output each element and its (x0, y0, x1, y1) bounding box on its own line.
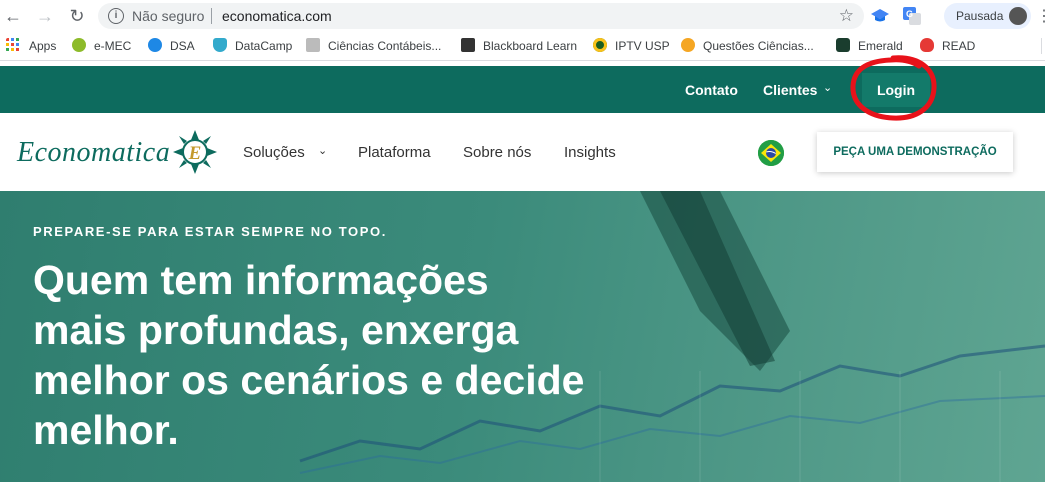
hero-section: PREPARE-SE PARA ESTAR SEMPRE NO TOPO. Qu… (0, 191, 1045, 482)
bookmark-label: Emerald (858, 39, 903, 53)
blackboard-icon (461, 38, 475, 52)
read-icon (920, 38, 934, 52)
browser-menu-icon[interactable]: ⋮ (1036, 6, 1045, 26)
forward-arrow-icon[interactable]: → (34, 5, 56, 27)
site-logo[interactable]: Economatica (17, 137, 170, 169)
bookmark-blackboard[interactable]: Blackboard Learn (461, 38, 577, 54)
nav-sobre-nos[interactable]: Sobre nós (463, 144, 531, 161)
chevron-down-icon[interactable]: ⌄ (318, 144, 327, 157)
bookmark-label: DSA (170, 39, 195, 53)
bookmark-ciencias-contabeis[interactable]: Ciências Contábeis... (306, 38, 441, 54)
contact-link[interactable]: Contato (685, 82, 738, 98)
svg-text:G: G (906, 9, 913, 19)
extension-mortarboard-icon[interactable] (870, 6, 890, 26)
datacamp-icon (213, 38, 227, 52)
nav-insights[interactable]: Insights (564, 144, 616, 161)
bookmark-page-icon (306, 38, 320, 52)
hero-kicker: PREPARE-SE PARA ESTAR SEMPRE NO TOPO. (33, 224, 387, 239)
login-button[interactable]: Login (862, 73, 930, 107)
bookmark-label: Apps (29, 39, 57, 53)
profile-status: Pausada (956, 9, 1004, 23)
bookmark-label: e-MEC (94, 39, 132, 53)
bookmark-emec[interactable]: e-MEC (72, 38, 131, 54)
request-demo-button[interactable]: PEÇA UMA DEMONSTRAÇÃO (817, 132, 1013, 172)
emec-icon (72, 38, 86, 52)
nav-plataforma[interactable]: Plataforma (358, 144, 431, 161)
info-icon[interactable]: i (108, 8, 124, 24)
bookmark-read[interactable]: READ (920, 38, 975, 54)
bookmark-star-icon[interactable]: ☆ (839, 6, 854, 26)
bookmark-label: Blackboard Learn (483, 39, 578, 53)
logo-emblem-icon[interactable]: E (171, 128, 219, 176)
dsa-icon (148, 38, 162, 52)
brazil-flag-icon[interactable] (758, 140, 784, 166)
omnibox-divider (211, 8, 212, 24)
bookmark-label: READ (942, 39, 976, 53)
bookmark-datacamp[interactable]: DataCamp (213, 38, 292, 54)
hero-headline: Quem tem informações mais profundas, enx… (33, 255, 653, 455)
headline-line: mais profundas, enxerga (33, 307, 519, 353)
bookmark-apps[interactable]: Apps (6, 38, 56, 54)
clients-menu[interactable]: Clientes (763, 82, 817, 98)
bookmark-label: Ciências Contábeis... (328, 39, 442, 53)
browser-toolbar: ← → ↻ i Não seguro economatica.com ☆ G P… (0, 0, 1045, 32)
apps-grid-icon (6, 38, 19, 51)
bookmark-questoes[interactable]: Questões Ciências... (681, 38, 814, 54)
avatar (1009, 7, 1027, 25)
headline-line: melhor. (33, 407, 179, 453)
profile-button[interactable]: Pausada (944, 3, 1031, 29)
main-navigation: Economatica E Soluções ⌄ Plataforma Sobr… (0, 113, 1045, 191)
bookmark-iptv-usp[interactable]: IPTV USP (593, 38, 670, 54)
iptv-icon (593, 38, 607, 52)
logo-letter: E (188, 143, 202, 164)
url-text[interactable]: economatica.com (222, 8, 332, 24)
headline-line: melhor os cenários e decide (33, 357, 585, 403)
bookmark-label: Questões Ciências... (703, 39, 814, 53)
headline-line: Quem tem informações (33, 257, 489, 303)
address-bar[interactable]: i Não seguro economatica.com ☆ (98, 3, 864, 29)
nav-solucoes[interactable]: Soluções (243, 144, 305, 161)
browser-divider (0, 60, 1045, 61)
bookmark-dsa[interactable]: DSA (148, 38, 195, 54)
bookmark-label: IPTV USP (615, 39, 670, 53)
emerald-icon (836, 38, 850, 52)
questoes-icon (681, 38, 695, 52)
security-status[interactable]: Não seguro (132, 8, 204, 24)
bookmark-emerald[interactable]: Emerald (836, 38, 903, 54)
chevron-down-icon[interactable]: ⌄ (823, 81, 832, 94)
bookmarks-divider (1041, 38, 1042, 54)
google-translate-icon[interactable]: G (902, 6, 922, 26)
reload-icon[interactable]: ↻ (66, 5, 88, 27)
back-arrow-icon[interactable]: ← (2, 5, 24, 27)
utility-bar: Contato Clientes ⌄ Login (0, 66, 1045, 113)
bookmarks-bar: Apps e-MEC DSA DataCamp Ciências Contábe… (0, 32, 1045, 60)
bookmark-label: DataCamp (235, 39, 293, 53)
